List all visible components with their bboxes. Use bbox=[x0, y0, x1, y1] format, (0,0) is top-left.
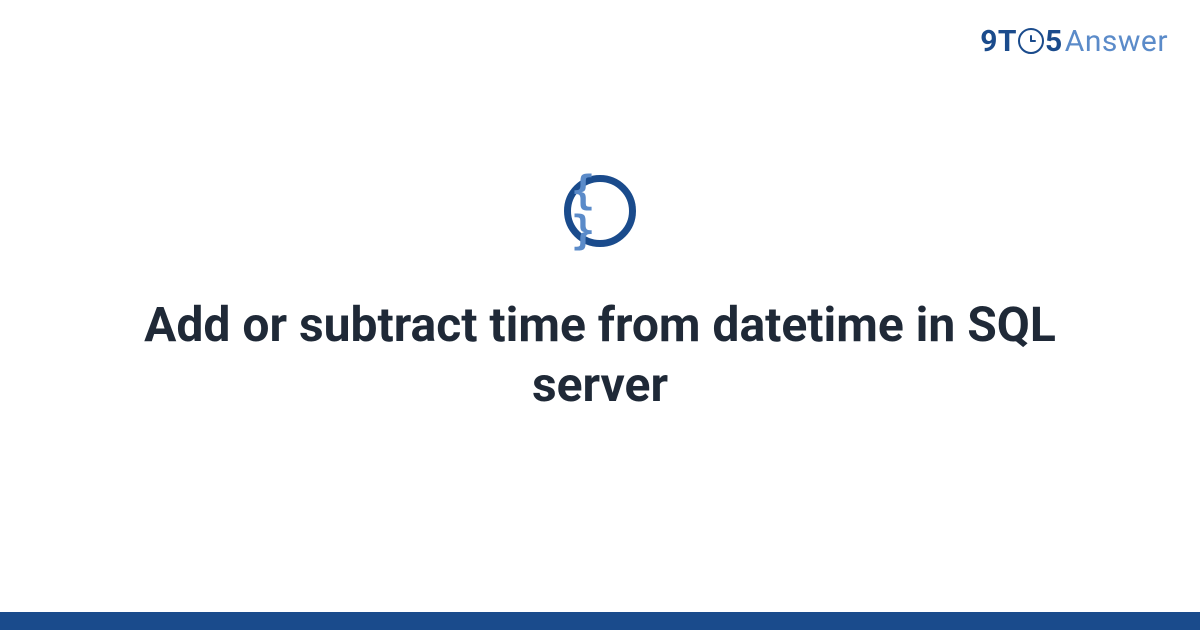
code-braces-icon: { } bbox=[564, 175, 636, 247]
main-content: { } Add or subtract time from datetime i… bbox=[0, 0, 1200, 630]
page-title: Add or subtract time from datetime in SQ… bbox=[100, 295, 1100, 415]
bottom-accent-bar bbox=[0, 612, 1200, 630]
site-logo: 9T 5 Answer bbox=[980, 24, 1168, 59]
clock-hands-icon bbox=[1024, 34, 1038, 48]
braces-glyph: { } bbox=[571, 171, 629, 251]
logo-text-5: 5 bbox=[1045, 24, 1063, 59]
clock-icon bbox=[1018, 28, 1044, 54]
logo-text-answer: Answer bbox=[1065, 24, 1168, 59]
logo-text-9t: 9T bbox=[980, 24, 1017, 59]
